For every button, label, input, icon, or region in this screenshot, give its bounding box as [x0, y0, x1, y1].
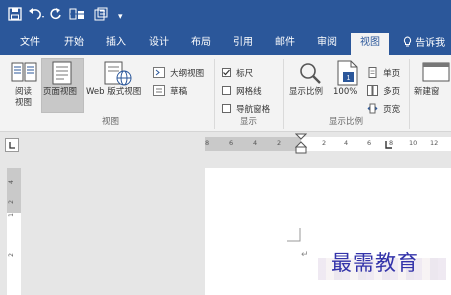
one-page-icon [368, 67, 377, 78]
undo-icon[interactable] [28, 7, 44, 26]
ruler-checkbox[interactable]: 标尺 [222, 61, 253, 80]
tab-mailings[interactable]: 邮件 [275, 36, 295, 49]
ruler-bar: 8 6 4 2 2 4 6 8 10 12 [0, 133, 451, 155]
save-icon[interactable] [8, 7, 22, 26]
ruler-tick-label: 4 [253, 139, 258, 147]
indent-markers-icon[interactable] [295, 133, 307, 155]
ruler-tick-label: 8 [205, 139, 210, 147]
nav-pane-checkbox[interactable]: 导航窗格 [222, 97, 270, 116]
ruler-tick-label: 4 [344, 139, 349, 147]
ruler-tick-label: 12 [430, 139, 439, 147]
ribbon-tabs: 文件 开始 插入 设计 布局 引用 邮件 审阅 视图 告诉我 [0, 30, 451, 55]
zoom-button[interactable]: 显示比例 [289, 87, 323, 98]
ruler-tick-label: 10 [409, 139, 418, 147]
new-window-icon [420, 61, 451, 89]
print-layout-icon [52, 61, 72, 89]
zoom-icon [298, 61, 322, 89]
tell-me-text: 告诉我 [415, 38, 446, 49]
tab-view[interactable]: 视图 [351, 33, 389, 55]
print-preview-icon[interactable] [93, 7, 109, 26]
one-page-label: 单页 [383, 69, 401, 79]
svg-text:1: 1 [347, 75, 351, 82]
one-page-button[interactable]: 单页 [367, 61, 400, 80]
web-layout-button[interactable]: Web 版式视图 [86, 87, 141, 98]
touch-mode-icon[interactable] [69, 7, 85, 26]
read-mode-button[interactable]: 阅读 视图 [15, 87, 32, 109]
group-separator [409, 59, 410, 129]
tab-stop-marker-icon[interactable] [383, 141, 393, 150]
vertical-ruler[interactable]: 4 2 1 2 [7, 168, 21, 295]
group-separator [214, 59, 215, 129]
tab-file[interactable]: 文件 [20, 36, 40, 49]
tab-home[interactable]: 开始 [64, 36, 84, 49]
ruler-tick-label: 4 [7, 180, 15, 184]
draft-label: 草稿 [170, 87, 188, 97]
ruler-tick-label: 2 [7, 253, 15, 257]
paragraph-mark-icon: ↵ [301, 250, 309, 260]
ruler-tick-label: 6 [229, 139, 234, 147]
zoom-100-button[interactable]: 100% [333, 87, 357, 98]
ruler-margin-top [7, 168, 21, 213]
nav-pane-check-icon [222, 104, 231, 113]
ruler-label: 标尺 [236, 69, 254, 79]
multi-page-button[interactable]: 多页 [367, 79, 400, 98]
group-separator [283, 59, 284, 129]
tab-references[interactable]: 引用 [233, 36, 253, 49]
tab-layout[interactable]: 布局 [191, 36, 211, 49]
gridlines-check-icon [222, 86, 231, 95]
outline-icon [153, 67, 165, 78]
read-mode-icon[interactable] [11, 61, 37, 89]
left-tab-icon [9, 142, 15, 149]
tab-selector[interactable] [5, 138, 19, 152]
draft-button[interactable]: 草稿 [153, 79, 187, 98]
show-group-label: 显示 [240, 117, 258, 127]
views-group-label: 视图 [102, 117, 120, 127]
outline-label: 大纲视图 [170, 69, 205, 79]
zoom-group-label: 显示比例 [329, 117, 364, 127]
page-width-button[interactable]: 页宽 [367, 97, 400, 116]
page-width-icon [367, 103, 378, 114]
tab-insert[interactable]: 插入 [106, 36, 126, 49]
margin-corner-icon [287, 228, 301, 242]
lightbulb-icon [403, 36, 412, 47]
print-layout-label: 页面视图 [43, 87, 78, 97]
customize-qat-button[interactable]: ▾ [118, 9, 123, 25]
ruler-tick-label: 1 [7, 213, 15, 217]
zoom-100-icon: 1 [337, 60, 359, 90]
ruler-tick-label: 2 [7, 200, 15, 204]
quick-access-toolbar: ▾ [0, 0, 451, 30]
horizontal-ruler[interactable]: 8 6 4 2 2 4 6 8 10 12 [205, 137, 451, 151]
ruler-check-icon [222, 68, 231, 77]
tab-review[interactable]: 审阅 [317, 36, 337, 49]
draft-icon [153, 85, 165, 96]
multi-page-icon [367, 85, 378, 96]
gridlines-label: 网格线 [236, 87, 262, 97]
page-width-label: 页宽 [383, 105, 401, 115]
watermark-text: 最需教育 [331, 251, 419, 275]
gridlines-checkbox[interactable]: 网格线 [222, 79, 262, 98]
ruler-tick-label: 6 [367, 139, 372, 147]
multi-page-label: 多页 [383, 87, 401, 97]
tell-me-box[interactable]: 告诉我 [403, 36, 445, 50]
ruler-tick-label: 2 [277, 139, 282, 147]
nav-pane-label: 导航窗格 [236, 105, 271, 115]
outline-button[interactable]: 大纲视图 [153, 61, 204, 80]
ruler-tick-label: 2 [322, 139, 327, 147]
ribbon-view: 阅读 视图 页面视图 Web 版式视图 大纲视图 草稿 视图 标尺 网格线 导航… [0, 55, 451, 132]
tab-design[interactable]: 设计 [149, 36, 169, 49]
new-window-button[interactable]: 新建窗 [414, 87, 440, 98]
redo-icon[interactable] [49, 7, 61, 26]
